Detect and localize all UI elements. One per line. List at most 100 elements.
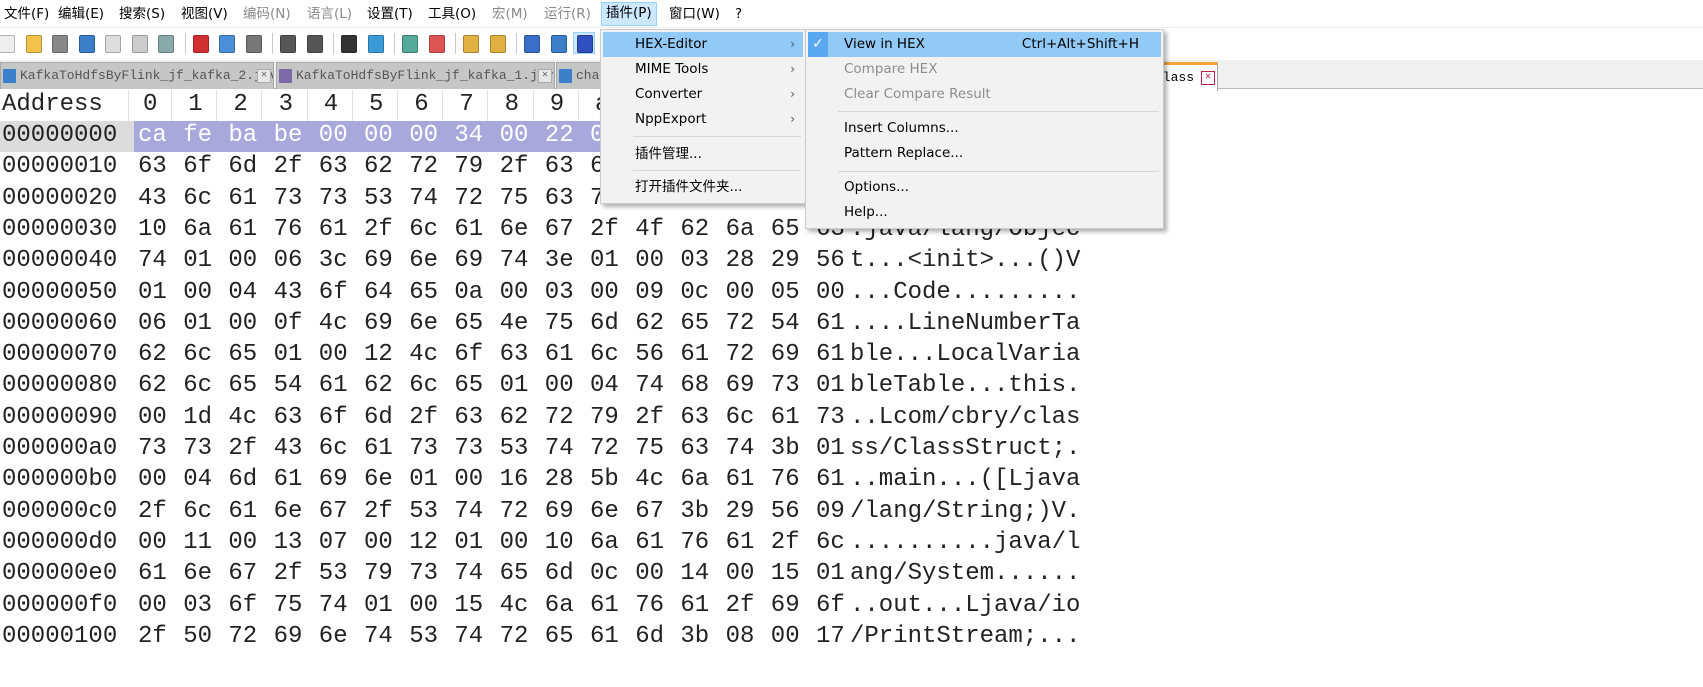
hex-byte[interactable]: 07 xyxy=(319,528,348,558)
hex-byte[interactable]: 6c xyxy=(319,434,348,464)
hex-byte[interactable]: 15 xyxy=(771,559,800,589)
hex-byte[interactable]: 56 xyxy=(771,497,800,527)
hex-byte[interactable]: fe xyxy=(183,121,212,151)
hex-byte[interactable]: 4c xyxy=(500,591,529,621)
ascii-text[interactable]: bleTable...this. xyxy=(850,371,1080,401)
hex-byte[interactable]: 72 xyxy=(726,309,755,339)
hex-byte[interactable]: 43 xyxy=(274,434,303,464)
hex-byte[interactable]: 61 xyxy=(726,528,755,558)
zoom-in-button[interactable] xyxy=(399,33,419,53)
hex-byte[interactable]: 01 xyxy=(816,434,845,464)
hex-byte[interactable]: 73 xyxy=(454,434,483,464)
ascii-text[interactable]: ang/System...... xyxy=(850,559,1080,589)
hex-byte[interactable]: 61 xyxy=(726,465,755,495)
hex-byte[interactable]: 76 xyxy=(274,215,303,245)
hex-byte[interactable]: 00 xyxy=(138,591,167,621)
hex-byte[interactable]: 00 xyxy=(726,278,755,308)
menu-item-[interactable]: 打开插件文件夹... xyxy=(603,175,803,200)
hex-byte[interactable]: 2f xyxy=(138,497,167,527)
hex-byte[interactable]: 61 xyxy=(138,559,167,589)
hex-byte[interactable]: 0a xyxy=(454,278,483,308)
hex-byte[interactable]: 76 xyxy=(771,465,800,495)
hex-byte[interactable]: 0f xyxy=(274,309,303,339)
hex-byte[interactable]: 65 xyxy=(545,622,574,652)
hex-byte[interactable]: 00 xyxy=(726,559,755,589)
hex-byte[interactable]: 72 xyxy=(454,184,483,214)
show-all-characters-button[interactable] xyxy=(548,33,568,53)
hex-byte[interactable]: 6d xyxy=(364,403,393,433)
hex-byte[interactable]: 16 xyxy=(500,465,529,495)
hex-byte[interactable]: 00 xyxy=(635,559,664,589)
ascii-text[interactable]: ...Code......... xyxy=(850,278,1080,308)
hex-byte[interactable]: 62 xyxy=(500,403,529,433)
hex-byte[interactable]: 6f xyxy=(816,591,845,621)
word-wrap-button[interactable] xyxy=(521,33,541,53)
hex-byte[interactable]: 53 xyxy=(500,434,529,464)
hex-byte[interactable]: 00 xyxy=(364,528,393,558)
hex-byte[interactable]: 79 xyxy=(364,559,393,589)
hex-byte[interactable]: 00 xyxy=(319,340,348,370)
hex-byte[interactable]: 6e xyxy=(364,465,393,495)
hex-byte[interactable]: 61 xyxy=(228,497,257,527)
hex-byte[interactable]: 76 xyxy=(635,591,664,621)
close-button[interactable] xyxy=(102,33,122,53)
hex-byte[interactable]: 69 xyxy=(319,465,348,495)
ascii-text[interactable]: ..out...Ljava/io xyxy=(850,591,1080,621)
menu-4[interactable]: 视图(V) xyxy=(177,3,232,25)
hex-byte[interactable]: 72 xyxy=(545,403,574,433)
hex-byte[interactable]: 6f xyxy=(454,340,483,370)
close-tab-icon[interactable]: ✕ xyxy=(257,69,271,83)
hex-byte[interactable]: 68 xyxy=(680,371,709,401)
hex-byte[interactable]: 61 xyxy=(228,184,257,214)
close-all-button[interactable] xyxy=(129,33,149,53)
hex-byte[interactable]: 62 xyxy=(635,309,664,339)
hex-byte[interactable]: 74 xyxy=(319,591,348,621)
hex-byte[interactable]: 6c xyxy=(590,340,619,370)
hex-byte[interactable]: 01 xyxy=(364,591,393,621)
redo-button[interactable] xyxy=(304,33,324,53)
hex-byte[interactable]: 69 xyxy=(364,309,393,339)
hex-byte[interactable]: 54 xyxy=(771,309,800,339)
new-file-button[interactable] xyxy=(0,33,16,53)
sync-horizontal-button[interactable] xyxy=(487,33,507,53)
hex-byte[interactable]: 06 xyxy=(274,246,303,276)
hex-byte[interactable]: 04 xyxy=(183,465,212,495)
hex-byte[interactable]: 4c xyxy=(319,309,348,339)
hex-byte[interactable]: 6d xyxy=(545,559,574,589)
hex-byte[interactable]: 01 xyxy=(183,246,212,276)
menu-3[interactable]: 搜索(S) xyxy=(115,3,169,25)
hex-byte[interactable]: 61 xyxy=(816,309,845,339)
save-all-button[interactable] xyxy=(76,33,96,53)
hex-byte[interactable]: 00 xyxy=(409,121,438,151)
close-tab-icon[interactable]: ✕ xyxy=(538,69,552,83)
hex-byte[interactable]: 11 xyxy=(183,528,212,558)
hex-byte[interactable]: be xyxy=(274,121,303,151)
hex-byte[interactable]: 6a xyxy=(590,528,619,558)
hex-byte[interactable]: 74 xyxy=(726,434,755,464)
hex-byte[interactable]: 56 xyxy=(816,246,845,276)
hex-byte[interactable]: 65 xyxy=(409,278,438,308)
hex-byte[interactable]: 63 xyxy=(319,152,348,182)
hex-byte[interactable]: 00 xyxy=(228,309,257,339)
hex-byte[interactable]: 09 xyxy=(816,497,845,527)
hex-byte[interactable]: 6a xyxy=(545,591,574,621)
hex-byte[interactable]: 74 xyxy=(545,434,574,464)
menu-item-converter[interactable]: Converter › xyxy=(603,82,803,107)
hex-byte[interactable]: 69 xyxy=(771,591,800,621)
hex-byte[interactable]: 2f xyxy=(274,559,303,589)
hex-byte[interactable]: 6f xyxy=(183,152,212,182)
hex-byte[interactable]: 4e xyxy=(500,309,529,339)
hex-byte[interactable]: 69 xyxy=(771,340,800,370)
hex-byte[interactable]: 72 xyxy=(500,497,529,527)
hex-byte[interactable]: 1d xyxy=(183,403,212,433)
hex-byte[interactable]: 75 xyxy=(500,184,529,214)
hex-byte[interactable]: 74 xyxy=(635,371,664,401)
menu-9[interactable]: 宏(M) xyxy=(488,3,532,25)
hex-byte[interactable]: 6c xyxy=(183,340,212,370)
hex-byte[interactable]: 79 xyxy=(454,152,483,182)
tab-1[interactable]: KafkaToHdfsByFlink_jf_kafka_2.java ✕ xyxy=(0,62,274,89)
hex-byte[interactable]: 6d xyxy=(635,622,664,652)
hex-byte[interactable]: 00 xyxy=(319,121,348,151)
hex-byte[interactable]: 67 xyxy=(228,559,257,589)
hex-byte[interactable]: 61 xyxy=(590,622,619,652)
